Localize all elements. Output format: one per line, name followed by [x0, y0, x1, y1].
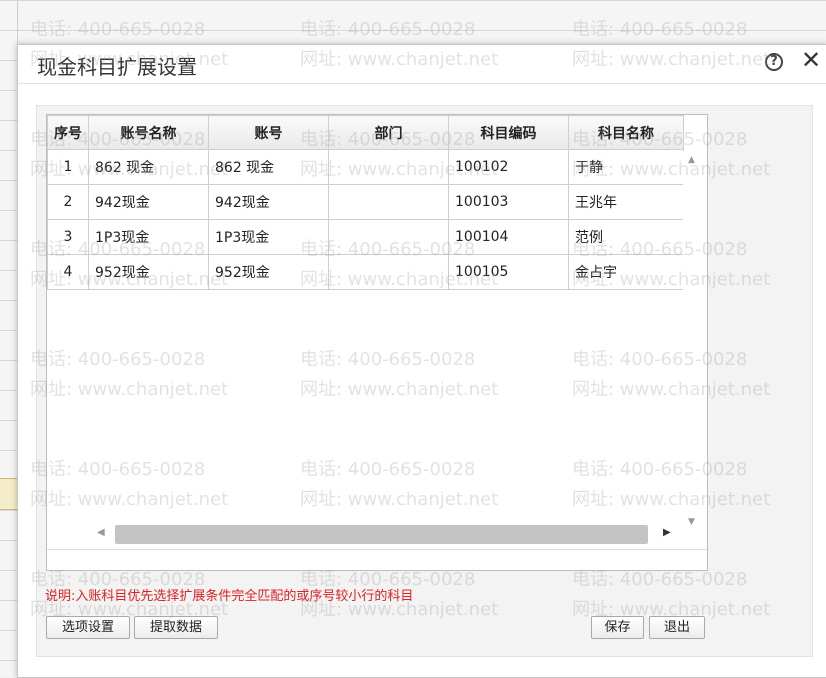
cell-subject-name[interactable]: 范例 [568, 219, 684, 255]
account-grid: 序号 账号名称 账号 部门 科目编码 科目名称 1 862 现金 862 现金 … [46, 114, 708, 571]
table-row[interactable]: 1 862 现金 862 现金 100102 于静 [47, 149, 684, 185]
cell-subject-name[interactable]: 于静 [568, 149, 684, 185]
spreadsheet-selected-row [0, 478, 17, 510]
column-header-account-name[interactable]: 账号名称 [88, 115, 209, 150]
table-row[interactable]: 3 1P3现金 1P3现金 100104 范例 [47, 219, 684, 255]
scroll-right-arrow-icon[interactable]: ▶ [663, 527, 671, 538]
horizontal-scroll-thumb[interactable] [115, 525, 648, 544]
help-icon[interactable]: ? [765, 53, 783, 71]
table-row[interactable]: 4 952现金 952现金 100105 金占宇 [47, 254, 684, 290]
cell-subject-name[interactable]: 王兆年 [568, 184, 684, 220]
cell-subject-code[interactable]: 100105 [448, 254, 569, 290]
cell-account[interactable]: 862 现金 [208, 149, 329, 185]
cell-account-name[interactable]: 1P3现金 [88, 219, 209, 255]
dialog-title: 现金科目扩展设置 [37, 55, 197, 79]
cell-department[interactable] [328, 184, 449, 220]
cell-account-name[interactable]: 942现金 [88, 184, 209, 220]
cell-department[interactable] [328, 254, 449, 290]
table-row[interactable]: 2 942现金 942现金 100103 王兆年 [47, 184, 684, 220]
cell-subject-name[interactable]: 金占宇 [568, 254, 684, 290]
scroll-left-arrow-icon[interactable]: ◀ [97, 527, 105, 538]
vertical-scrollbar[interactable] [683, 151, 705, 521]
cell-index[interactable]: 3 [47, 219, 89, 255]
cell-subject-code[interactable]: 100102 [448, 149, 569, 185]
title-divider [18, 83, 826, 84]
grid-footer-divider [47, 549, 707, 550]
cell-index[interactable]: 2 [47, 184, 89, 220]
cell-account-name[interactable]: 862 现金 [88, 149, 209, 185]
cell-index[interactable]: 4 [47, 254, 89, 290]
cash-account-extension-dialog: 现金科目扩展设置 ? ✕ 序号 账号名称 账号 部门 科目编码 科目名称 1 8… [17, 44, 826, 678]
cell-department[interactable] [328, 219, 449, 255]
options-settings-button[interactable]: 选项设置 [46, 616, 130, 639]
column-header-subject-name[interactable]: 科目名称 [568, 115, 684, 150]
cell-account[interactable]: 942现金 [208, 184, 329, 220]
cell-account-name[interactable]: 952现金 [88, 254, 209, 290]
cell-account[interactable]: 1P3现金 [208, 219, 329, 255]
cell-department[interactable] [328, 149, 449, 185]
explanation-note: 说明:入账科目优先选择扩展条件完全匹配的或序号较小行的科目 [45, 589, 414, 604]
scroll-down-arrow-icon[interactable]: ▼ [688, 517, 695, 527]
fetch-data-button[interactable]: 提取数据 [134, 616, 218, 639]
close-icon[interactable]: ✕ [800, 48, 822, 72]
column-header-department[interactable]: 部门 [328, 115, 449, 150]
cell-index[interactable]: 1 [47, 149, 89, 185]
save-button[interactable]: 保存 [591, 616, 644, 639]
column-header-account[interactable]: 账号 [208, 115, 329, 150]
column-header-index[interactable]: 序号 [47, 115, 89, 150]
account-table: 序号 账号名称 账号 部门 科目编码 科目名称 1 862 现金 862 现金 … [47, 115, 684, 290]
cell-account[interactable]: 952现金 [208, 254, 329, 290]
cell-subject-code[interactable]: 100103 [448, 184, 569, 220]
exit-button[interactable]: 退出 [649, 616, 705, 639]
cell-subject-code[interactable]: 100104 [448, 219, 569, 255]
table-header-row: 序号 账号名称 账号 部门 科目编码 科目名称 [47, 115, 684, 150]
scroll-up-arrow-icon[interactable]: ▲ [688, 155, 695, 165]
column-header-subject-code[interactable]: 科目编码 [448, 115, 569, 150]
